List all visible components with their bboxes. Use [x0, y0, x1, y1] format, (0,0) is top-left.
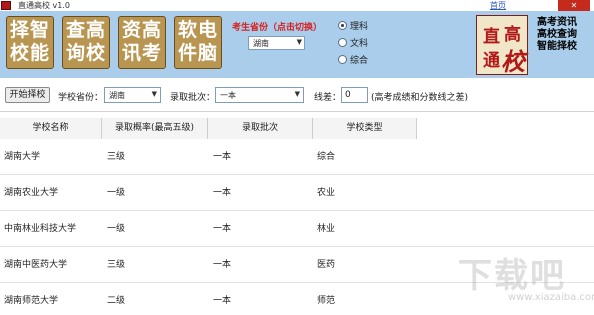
tile-line: 讯考 — [121, 42, 162, 64]
table-row[interactable]: 湖南农业大学 一级 一本 农业 — [0, 175, 594, 211]
watermark-text: 下载吧 — [458, 256, 566, 296]
tile-line: 件脑 — [177, 42, 218, 64]
cell-school-type: 综合 — [317, 152, 336, 162]
column-header-batch[interactable]: 录取批次 — [208, 118, 313, 139]
header-filler — [417, 118, 594, 139]
app-window: 直通高校 v1.0 首页 ✕ 择智 校能 查高 询校 资高 讯考 软电 件脑 考… — [0, 0, 594, 315]
cell-batch: 一本 — [213, 224, 232, 234]
window-title: 直通高校 v1.0 — [18, 1, 70, 10]
slogan-line: 高校查询 — [537, 29, 577, 40]
batch-value: 一本 — [220, 91, 236, 100]
cell-probability: 一级 — [107, 224, 126, 234]
cell-school-type: 农业 — [317, 188, 336, 198]
cell-school-type: 师范 — [317, 296, 336, 306]
cell-school-name: 湖南农业大学 — [4, 188, 59, 198]
table-header: 学校名称 录取概率(最高五级) 录取批次 学校类型 — [0, 118, 594, 139]
score-diff-hint: (高考成绩和分数线之差) — [371, 93, 469, 103]
chevron-down-icon: ▼ — [151, 90, 157, 98]
watermark: 下载吧 www.xiazaiba.com — [458, 248, 594, 312]
header-banner: 择智 校能 查高 询校 资高 讯考 软电 件脑 考生省份（点击切换） 湖南 ▼ … — [0, 11, 594, 78]
tile-line: 资高 — [121, 19, 162, 41]
radio-label: 综合 — [350, 56, 369, 66]
radio-label: 文科 — [350, 39, 369, 49]
score-diff-label: 线差： — [314, 93, 342, 103]
radio-arts[interactable]: 文科 — [338, 36, 368, 49]
province-select[interactable]: 湖南 ▼ — [248, 36, 305, 50]
radio-selected-icon — [338, 21, 347, 30]
seal-char: 直 — [483, 27, 500, 47]
start-select-button[interactable]: 开始择校 — [5, 87, 50, 103]
radio-label: 理科 — [350, 22, 369, 32]
tile-line: 查高 — [65, 19, 106, 41]
school-province-select[interactable]: 湖南 ▼ — [104, 87, 161, 103]
cell-batch: 一本 — [213, 260, 232, 270]
cell-probability: 三级 — [107, 260, 126, 270]
school-province-value: 湖南 — [109, 91, 125, 100]
slogan-line: 智能择校 — [537, 41, 577, 52]
tile-line: 校能 — [9, 42, 50, 64]
tile-smart-select[interactable]: 择智 校能 — [6, 16, 54, 69]
province-prompt: 考生省份（点击切换） — [232, 23, 323, 33]
filter-toolbar: 开始择校 学校省份： 湖南 ▼ 录取批次： 一本 ▼ 线差： 0 (高考成绩和分… — [0, 78, 594, 112]
seal-char: 校 — [501, 47, 525, 76]
window-close-button[interactable]: ✕ — [558, 0, 590, 11]
radio-icon — [338, 55, 347, 64]
score-diff-input[interactable]: 0 — [341, 87, 368, 103]
batch-select[interactable]: 一本 ▼ — [215, 87, 304, 103]
home-link[interactable]: 首页 — [490, 0, 506, 11]
tile-school-search[interactable]: 查高 询校 — [62, 16, 110, 69]
chevron-down-icon: ▼ — [296, 38, 302, 46]
radio-science[interactable]: 理科 — [338, 19, 368, 32]
cell-school-name: 中南林业科技大学 — [4, 224, 77, 234]
batch-label: 录取批次： — [170, 93, 216, 103]
table-row[interactable]: 湖南大学 三级 一本 综合 — [0, 139, 594, 175]
cell-batch: 一本 — [213, 188, 232, 198]
tile-line: 择智 — [9, 19, 50, 41]
title-bar: 直通高校 v1.0 首页 ✕ — [0, 0, 594, 11]
column-header-probability[interactable]: 录取概率(最高五级) — [102, 118, 208, 139]
radio-comprehensive[interactable]: 综合 — [338, 53, 368, 66]
brand-seal: 直 高 通 校 — [476, 15, 528, 76]
table-row[interactable]: 中南林业科技大学 一级 一本 林业 — [0, 211, 594, 247]
tile-pc-software[interactable]: 软电 件脑 — [174, 16, 222, 69]
cell-probability: 一级 — [107, 188, 126, 198]
cell-school-name: 湖南中医药大学 — [4, 260, 68, 270]
tile-line: 软电 — [177, 19, 218, 41]
cell-batch: 一本 — [213, 296, 232, 306]
app-logo-icon — [1, 1, 11, 10]
cell-probability: 三级 — [107, 152, 126, 162]
cell-probability: 二级 — [107, 296, 126, 306]
province-value: 湖南 — [253, 39, 269, 48]
column-header-school-type[interactable]: 学校类型 — [313, 118, 417, 139]
slogan-line: 高考资讯 — [537, 17, 577, 28]
cell-school-name: 湖南师范大学 — [4, 296, 59, 306]
watermark-url: www.xiazaiba.com — [508, 292, 594, 303]
school-province-label: 学校省份： — [58, 93, 104, 103]
column-header-school-name[interactable]: 学校名称 — [0, 118, 102, 139]
seal-char: 通 — [483, 51, 500, 71]
tile-line: 询校 — [65, 42, 106, 64]
cell-school-type: 医药 — [317, 260, 336, 270]
radio-icon — [338, 38, 347, 47]
tile-exam-news[interactable]: 资高 讯考 — [118, 16, 166, 69]
cell-batch: 一本 — [213, 152, 232, 162]
cell-school-type: 林业 — [317, 224, 336, 234]
cell-school-name: 湖南大学 — [4, 152, 41, 162]
chevron-down-icon: ▼ — [294, 90, 300, 98]
